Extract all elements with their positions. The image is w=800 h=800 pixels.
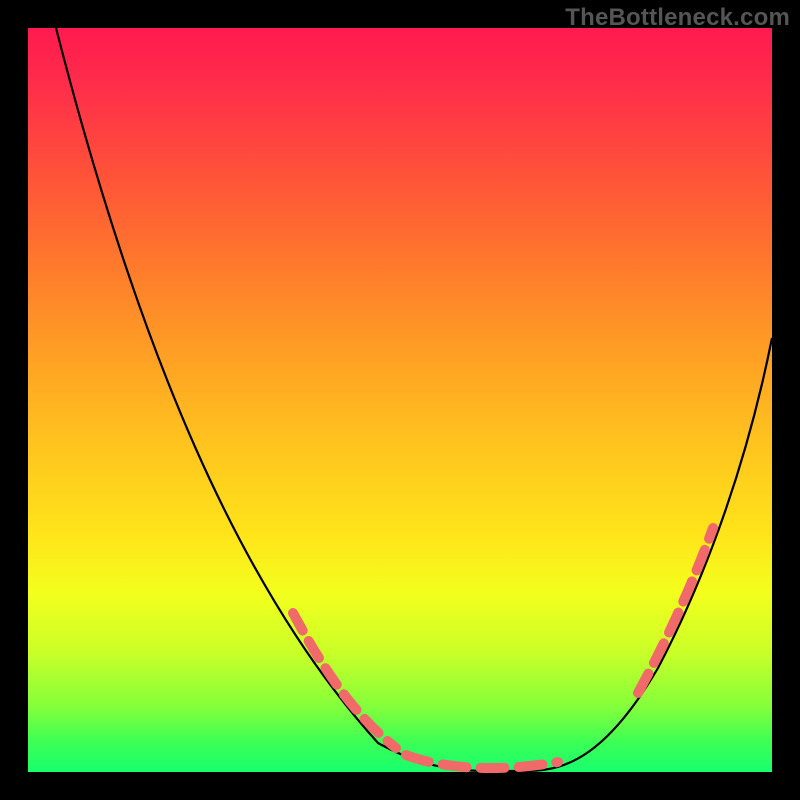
right-highlight	[638, 528, 713, 693]
bottom-highlight	[406, 755, 558, 768]
left-highlight	[293, 613, 396, 748]
curve-svg	[28, 28, 772, 772]
bottleneck-curve	[56, 28, 772, 771]
plot-area	[28, 28, 772, 772]
chart-container: TheBottleneck.com	[0, 0, 800, 800]
